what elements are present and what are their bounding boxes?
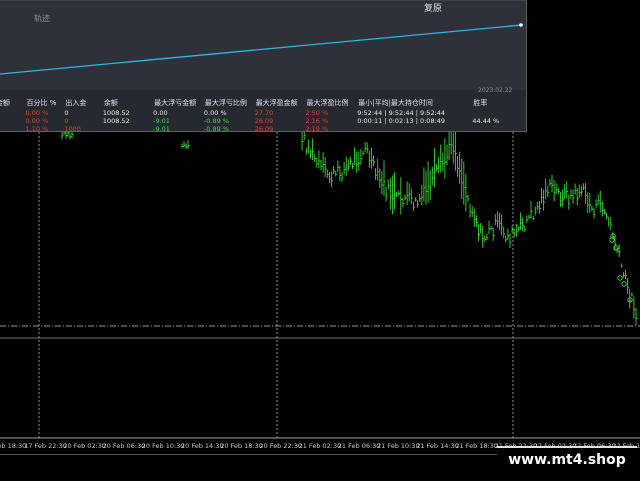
time-axis-label: Feb 18:30 <box>0 442 27 450</box>
stats-cell: 1008.52 <box>102 109 130 117</box>
stats-row: 00.00 %01008.520.000.00 %27.702.50 %9:52… <box>0 109 514 117</box>
time-axis-label: 20 Feb 22:30 <box>259 442 303 450</box>
time-axis-label: 20 Feb 10:30 <box>141 442 185 450</box>
stats-cell: 0.00 % <box>203 109 227 117</box>
stats-cell: 26.09 <box>254 117 274 125</box>
stats-cell: 1000 <box>64 125 81 132</box>
time-axis-label: 20 Feb 02:30 <box>63 442 107 450</box>
stats-column-header: 最小|平均|最大持仓时间 <box>358 98 433 107</box>
time-axis-label: 17 Feb 22:30 <box>24 442 67 450</box>
time-axis-label: 21 Feb 18:30 <box>455 442 499 450</box>
trade-markers <box>609 233 633 303</box>
time-axis-label: 20 Feb 14:30 <box>181 442 224 450</box>
graph-date-label: 2023.02.22 <box>478 87 513 94</box>
stats-column-header: 出入金 <box>65 98 87 107</box>
time-axis-label: 21 Feb 14:30 <box>416 442 459 450</box>
stats-cell: 0.00 <box>153 109 168 117</box>
trade-marker <box>617 275 623 281</box>
stats-column-header: 亏金额 <box>0 98 10 107</box>
time-axis-label: 21 Feb 06:30 <box>337 442 381 450</box>
stats-column-header: 余额 <box>103 98 118 107</box>
stats-cell <box>472 125 514 131</box>
stats-header-row: 亏金额 百分比 % 出入金 余额 最大浮亏金额最大浮亏比例最大浮盈金额最大浮盈比例最小|… <box>0 96 514 109</box>
stats-cell: 9:52:44 | 9:52:44 | 9:52:44 <box>357 109 446 117</box>
stats-column-header: 最大浮盈比例 <box>306 98 349 107</box>
stats-cell: 2.50 % <box>305 109 329 117</box>
time-axis-label: 21 Feb 02:30 <box>298 442 342 450</box>
stats-cell: 0.00 % <box>25 117 49 125</box>
stats-cell <box>357 125 472 131</box>
candlestick-series <box>61 120 638 326</box>
stats-cell: -0.89 % <box>203 125 229 132</box>
time-axis-label: 20 Feb 18:30 <box>220 442 263 450</box>
restore-button[interactable]: 复原 <box>424 1 442 14</box>
equity-graph <box>0 0 526 90</box>
stats-cell: 0 <box>0 109 26 117</box>
graph-title: 轨迹 <box>34 14 50 23</box>
report-panel[interactable]: 轨迹 复原 2023.02.22 亏金额 百分比 % 出入金 余额 最大浮亏金额最大浮亏… <box>0 0 527 132</box>
time-axis-label: 21 Feb 10:30 <box>377 442 420 450</box>
stats-cell: 2.19 % <box>305 125 329 132</box>
stats-cell: 27.70 <box>254 109 274 117</box>
status-bar <box>0 454 497 481</box>
stats-column-header: 最大浮亏比例 <box>204 98 247 107</box>
stats-cell <box>472 109 514 117</box>
stats-column-header: 最大浮亏金额 <box>154 98 197 107</box>
stats-cell: 1008.52 <box>102 117 130 125</box>
time-axis-label: 20 Feb 06:30 <box>102 442 146 450</box>
stats-cell: 0.00 % <box>25 109 49 117</box>
stats-cell: 0 <box>64 117 69 125</box>
stats-cell: -9.01 <box>153 117 170 125</box>
equity-line <box>0 0 526 75</box>
stats-row: 011.10 % 1000 -9.01 -0.89 % 26.09 2.19 % <box>0 125 514 132</box>
trade-marker <box>621 281 627 287</box>
stats-cell: 52 <box>0 117 26 125</box>
stats-cell <box>103 125 153 131</box>
stats-row: 520.00 % 0 1008.52 -9.01 -0.89 % 26.09 2.16 % 0… <box>0 117 514 125</box>
stats-cell: 0 <box>64 109 69 117</box>
watermark: www.mt4.shop <box>497 446 637 472</box>
stats-column-header: 胜率 <box>473 98 488 107</box>
stats-cell: -0.89 % <box>203 117 229 125</box>
stats-cell: -9.01 <box>153 125 170 132</box>
stats-table: 亏金额 百分比 % 出入金 余额 最大浮亏金额最大浮亏比例最大浮盈金额最大浮盈比例最小|… <box>0 96 514 132</box>
stats-cell: 26.09 <box>254 125 274 132</box>
stats-column-header: 最大浮盈金额 <box>255 98 298 107</box>
stats-body: 00.00 %01008.520.000.00 %27.702.50 %9:52… <box>0 109 514 132</box>
stats-cell: 0:00:11 | 0:02:13 | 0:08:49 <box>357 117 446 125</box>
stats-cell: 2.16 % <box>305 117 329 125</box>
stats-cell: 1.10 % <box>25 125 49 132</box>
stats-cell: 44.44 % <box>472 117 500 125</box>
stats-cell: 01 <box>0 125 26 131</box>
stats-column-header: 百分比 % <box>26 98 57 107</box>
